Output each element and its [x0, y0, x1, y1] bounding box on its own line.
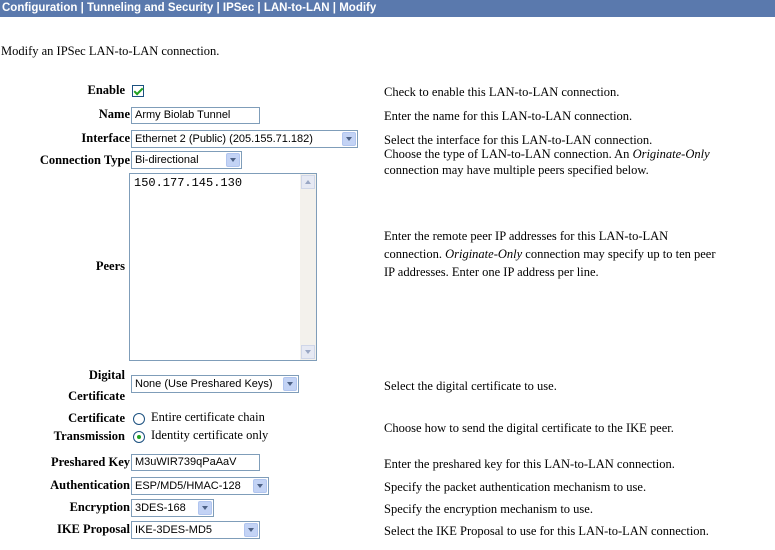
connection-type-value: Bi-directional [135, 154, 199, 166]
breadcrumb: Configuration | Tunneling and Security |… [0, 0, 775, 17]
scroll-down-icon[interactable] [301, 345, 315, 359]
encryption-value: 3DES-168 [135, 502, 186, 514]
connection-type-label: Connection Type [39, 153, 130, 167]
name-label: Name [98, 107, 130, 121]
peers-help-line3: IP addresses. Enter one IP address per l… [384, 265, 599, 279]
peers-help-line2: connection. Originate-Only connection ma… [384, 247, 716, 261]
digital-certificate-label-line1: Digital [88, 368, 125, 382]
authentication-select[interactable]: ESP/MD5/HMAC-128 [131, 477, 269, 495]
certificate-transmission-label-line2: Transmission [53, 429, 125, 443]
interface-select[interactable]: Ethernet 2 (Public) (205.155.71.182) [131, 130, 358, 148]
name-help: Enter the name for this LAN-to-LAN conne… [384, 109, 633, 123]
connection-type-help-line2: connection may have multiple peers speci… [384, 163, 649, 177]
page-intro: Modify an IPSec LAN-to-LAN connection. [1, 44, 220, 58]
chevron-down-icon[interactable] [342, 132, 356, 146]
radio-identity-only-label: Identity certificate only [151, 428, 269, 442]
digital-certificate-select[interactable]: None (Use Preshared Keys) [131, 375, 299, 393]
encryption-select[interactable]: 3DES-168 [131, 499, 214, 517]
ike-proposal-select[interactable]: IKE-3DES-MD5 [131, 521, 260, 539]
digital-certificate-help: Select the digital certificate to use. [384, 379, 557, 393]
peers-value: 150.177.145.130 [134, 176, 243, 190]
scroll-up-icon[interactable] [301, 175, 315, 189]
authentication-label: Authentication [50, 478, 130, 492]
enable-help: Check to enable this LAN-to-LAN connecti… [384, 85, 620, 99]
ike-proposal-value: IKE-3DES-MD5 [135, 524, 213, 536]
chevron-down-icon[interactable] [283, 377, 297, 391]
certificate-transmission-label-line1: Certificate [68, 411, 125, 425]
encryption-label: Encryption [69, 500, 130, 514]
authentication-value: ESP/MD5/HMAC-128 [135, 480, 241, 492]
enable-label: Enable [87, 83, 125, 97]
chevron-down-icon[interactable] [198, 501, 212, 515]
ike-proposal-help: Select the IKE Proposal to use for this … [384, 524, 709, 538]
preshared-key-label: Preshared Key [50, 455, 130, 469]
name-input[interactable]: Army Biolab Tunnel [131, 107, 260, 124]
digital-certificate-value: None (Use Preshared Keys) [135, 378, 273, 390]
chevron-down-icon[interactable] [226, 153, 240, 167]
radio-entire-chain-label: Entire certificate chain [151, 410, 265, 424]
peers-label: Peers [95, 259, 125, 273]
preshared-key-help: Enter the preshared key for this LAN-to-… [384, 457, 675, 471]
radio-identity-only[interactable] [133, 431, 145, 443]
interface-label: Interface [81, 131, 130, 145]
encryption-help: Specify the encryption mechanism to use. [384, 502, 593, 516]
chevron-down-icon[interactable] [253, 479, 267, 493]
digital-certificate-label-line2: Certificate [68, 389, 125, 403]
ike-proposal-label: IKE Proposal [56, 522, 130, 536]
certificate-transmission-help: Choose how to send the digital certifica… [384, 421, 674, 435]
interface-select-value: Ethernet 2 (Public) (205.155.71.182) [135, 133, 313, 145]
authentication-help: Specify the packet authentication mechan… [384, 480, 647, 494]
peers-textarea[interactable]: 150.177.145.130 [129, 173, 317, 361]
radio-entire-chain[interactable] [133, 413, 145, 425]
preshared-key-input[interactable]: M3uWIR739qPaAaV [131, 454, 260, 471]
enable-checkbox[interactable] [132, 85, 144, 97]
connection-type-help-line1: Choose the type of LAN-to-LAN connection… [384, 147, 710, 161]
chevron-down-icon[interactable] [244, 523, 258, 537]
peers-help-line1: Enter the remote peer IP addresses for t… [384, 229, 669, 243]
peers-scrollbar[interactable] [300, 174, 316, 360]
connection-type-select[interactable]: Bi-directional [131, 151, 242, 169]
